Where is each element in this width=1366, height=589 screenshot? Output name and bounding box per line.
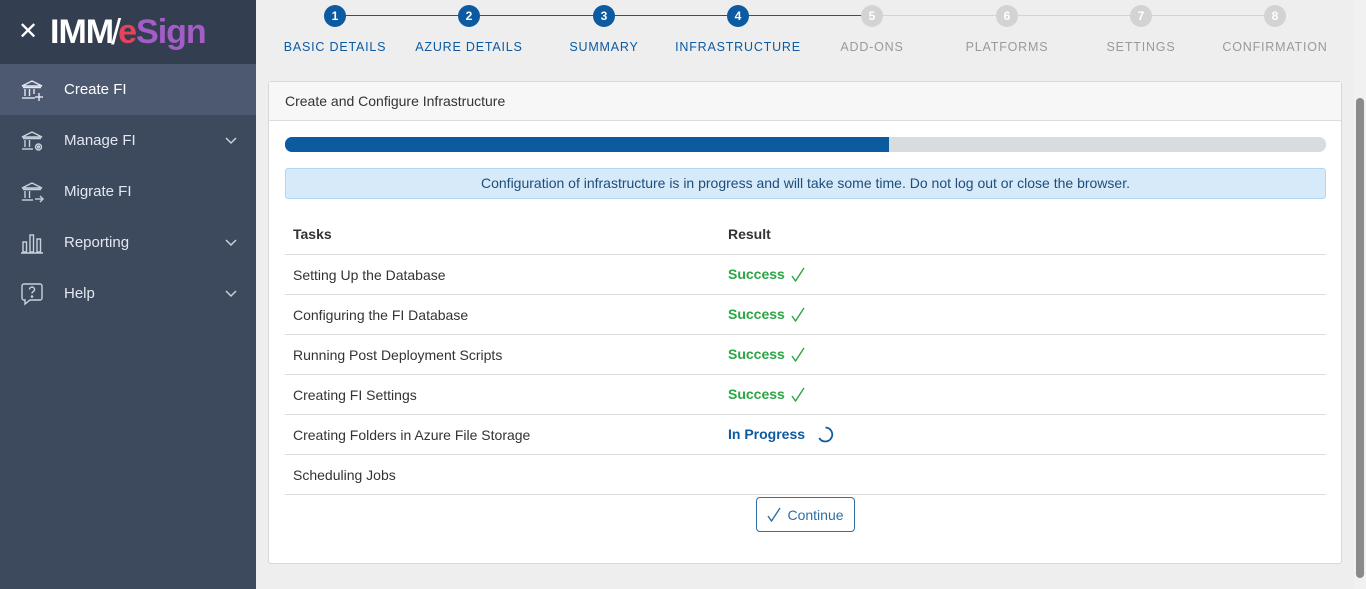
step-azure-details[interactable]: 2 AZURE DETAILS xyxy=(399,5,539,54)
task-result: Success xyxy=(720,334,1326,375)
check-icon xyxy=(791,267,805,283)
step-label: AZURE DETAILS xyxy=(415,40,523,54)
infrastructure-card: Create and Configure Infrastructure Conf… xyxy=(268,81,1342,564)
task-result: In Progress xyxy=(720,414,1326,455)
step-number: 6 xyxy=(996,5,1018,27)
scrollbar-thumb[interactable] xyxy=(1356,98,1364,578)
logo-imm: IMM xyxy=(50,12,114,51)
step-basic-details[interactable]: 1 BASIC DETAILS xyxy=(265,5,405,54)
step-number: 8 xyxy=(1264,5,1286,27)
step-settings: 7 SETTINGS xyxy=(1071,5,1211,54)
table-header-row: Tasks Result xyxy=(285,214,1326,255)
step-infrastructure[interactable]: 4 INFRASTRUCTURE xyxy=(668,5,808,54)
chevron-down-icon xyxy=(225,239,237,247)
sidebar-item-label: Manage FI xyxy=(64,132,136,149)
result-text: Success xyxy=(728,265,785,282)
check-icon xyxy=(791,307,805,323)
logo-sign: Sign xyxy=(136,12,207,51)
step-label: ADD-ONS xyxy=(840,40,904,54)
help-question-icon xyxy=(20,282,44,306)
task-result: Success xyxy=(720,374,1326,415)
sidebar-item-manage-fi[interactable]: Manage FI xyxy=(0,115,256,166)
table-row: Configuring the FI Database Success xyxy=(285,294,1326,335)
wizard-stepper: 1 BASIC DETAILS 2 AZURE DETAILS 3 SUMMAR… xyxy=(256,0,1354,64)
table-row: Creating FI Settings Success xyxy=(285,374,1326,415)
tasks-table: Tasks Result Setting Up the Database Suc… xyxy=(285,214,1326,495)
chevron-down-icon xyxy=(225,290,237,298)
step-platforms: 6 PLATFORMS xyxy=(937,5,1077,54)
sidebar-item-create-fi[interactable]: Create FI xyxy=(0,64,256,115)
result-text: Success xyxy=(728,385,785,402)
progress-bar xyxy=(285,137,1326,152)
sidebar-item-label: Migrate FI xyxy=(64,183,132,200)
card-title: Create and Configure Infrastructure xyxy=(269,82,1341,121)
app-logo: IMM / e Sign xyxy=(50,11,207,53)
result-text: In Progress xyxy=(728,425,806,442)
step-label: CONFIRMATION xyxy=(1222,40,1328,54)
spinner-icon xyxy=(818,426,834,443)
task-name: Configuring the FI Database xyxy=(285,294,720,335)
bank-arrow-icon xyxy=(20,180,44,204)
step-number: 5 xyxy=(861,5,883,27)
step-number: 7 xyxy=(1130,5,1152,27)
table-row: Running Post Deployment Scripts Success xyxy=(285,334,1326,375)
sidebar-item-label: Reporting xyxy=(64,234,130,251)
step-label: PLATFORMS xyxy=(965,40,1049,54)
step-confirmation: 8 CONFIRMATION xyxy=(1205,5,1345,54)
task-name: Creating FI Settings xyxy=(285,374,720,415)
brand-bar: ✕ IMM / e Sign xyxy=(0,0,256,64)
check-icon xyxy=(791,387,805,403)
task-result: Success xyxy=(720,294,1326,335)
step-label: INFRASTRUCTURE xyxy=(675,40,801,54)
table-row: Creating Folders in Azure File Storage I… xyxy=(285,414,1326,455)
check-icon xyxy=(767,507,782,522)
tasks-column-header: Tasks xyxy=(285,214,720,255)
sidebar-item-help[interactable]: Help xyxy=(0,268,256,319)
task-name: Creating Folders in Azure File Storage xyxy=(285,414,720,455)
step-summary[interactable]: 3 SUMMARY xyxy=(534,5,674,54)
close-icon[interactable]: ✕ xyxy=(18,20,38,44)
main-content: 1 BASIC DETAILS 2 AZURE DETAILS 3 SUMMAR… xyxy=(256,0,1354,589)
info-alert: Configuration of infrastructure is in pr… xyxy=(285,168,1326,199)
chevron-down-icon xyxy=(225,137,237,145)
result-column-header: Result xyxy=(720,214,1326,255)
result-text: Success xyxy=(728,345,785,362)
check-icon xyxy=(791,347,805,363)
result-text: Success xyxy=(728,305,785,322)
step-number: 1 xyxy=(324,5,346,27)
continue-button[interactable]: Continue xyxy=(756,497,855,532)
step-label: BASIC DETAILS xyxy=(283,40,387,54)
task-name: Scheduling Jobs xyxy=(285,454,720,495)
sidebar-item-migrate-fi[interactable]: Migrate FI xyxy=(0,166,256,217)
task-name: Setting Up the Database xyxy=(285,254,720,295)
bank-gear-icon xyxy=(20,129,44,153)
step-label: SETTINGS xyxy=(1106,40,1176,54)
logo-e: e xyxy=(118,12,137,51)
sidebar: ✕ IMM / e Sign Create FI Manage FI Migra… xyxy=(0,0,256,589)
step-number: 2 xyxy=(458,5,480,27)
sidebar-item-label: Help xyxy=(64,285,95,302)
page-scrollbar[interactable] xyxy=(1354,0,1366,589)
step-add-ons: 5 ADD-ONS xyxy=(802,5,942,54)
sidebar-item-label: Create FI xyxy=(64,81,127,98)
continue-label: Continue xyxy=(787,506,844,523)
step-number: 3 xyxy=(593,5,615,27)
step-number: 4 xyxy=(727,5,749,27)
task-name: Running Post Deployment Scripts xyxy=(285,334,720,375)
step-label: SUMMARY xyxy=(569,40,639,54)
task-result xyxy=(720,454,1326,495)
bank-add-icon xyxy=(20,78,44,102)
table-row: Scheduling Jobs xyxy=(285,454,1326,495)
task-result: Success xyxy=(720,254,1326,295)
table-row: Setting Up the Database Success xyxy=(285,254,1326,295)
progress-bar-fill xyxy=(285,137,889,152)
bar-chart-icon xyxy=(20,231,44,255)
sidebar-item-reporting[interactable]: Reporting xyxy=(0,217,256,268)
